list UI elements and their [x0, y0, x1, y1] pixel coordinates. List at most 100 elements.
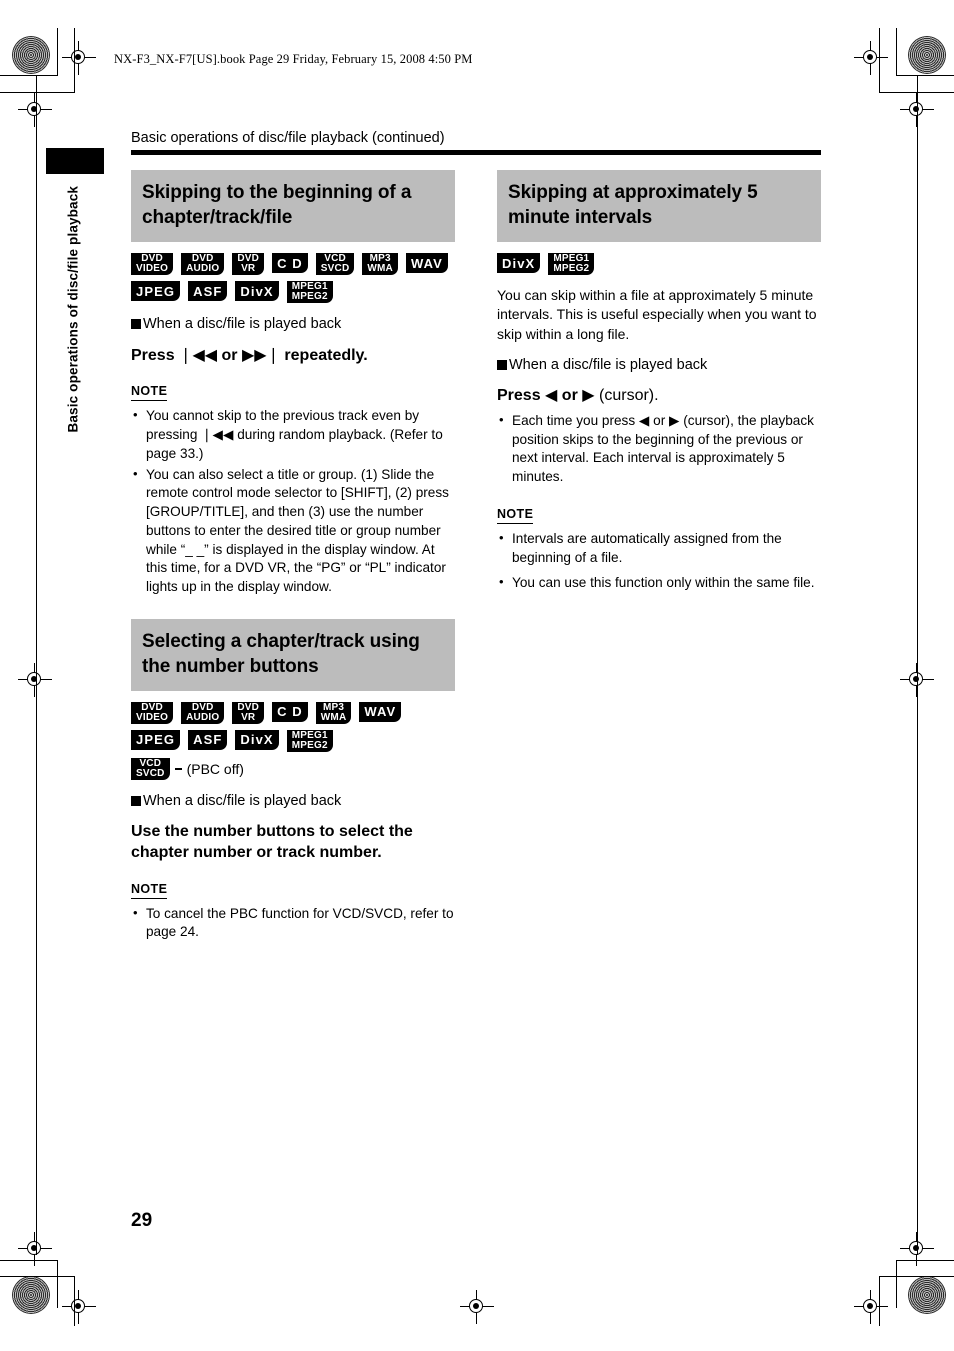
badge-jpeg: JPEG [131, 729, 181, 750]
section-title-selecting-number-buttons: Selecting a chapter/track using the numb… [131, 618, 455, 691]
pbc-badge-line: VCD SVCD (PBC off) [131, 757, 455, 780]
or-word: or [217, 346, 242, 364]
registration-mark-top-left [62, 41, 96, 75]
badge-dvd-audio: DVD AUDIO [181, 253, 225, 276]
badge-asf: ASF [188, 729, 228, 750]
left-column: Skipping to the beginning of a chapter/t… [131, 170, 455, 944]
crop-line-top-left-v [57, 28, 58, 76]
sidebar-chapter-label: Basic operations of disc/file playback [65, 185, 81, 433]
crop-line-top-left-v2 [74, 28, 75, 93]
note-list-section1: You cannot skip to the previous track ev… [131, 406, 455, 597]
crop-line-bottom-right-h [896, 1260, 954, 1261]
print-density-blob-bottom-right [908, 1276, 946, 1314]
repeatedly-word: repeatedly. [279, 346, 368, 364]
black-square-bullet-icon [131, 795, 141, 806]
badge-cd: C D [272, 701, 308, 722]
crop-line-bottom-left-h2 [0, 1276, 75, 1277]
registration-mark-bottom-left [62, 1290, 96, 1324]
badge-vcd-svcd: VCD SVCD [315, 253, 355, 276]
crop-line-bottom-left-v2 [74, 1276, 75, 1326]
dash-icon [174, 768, 182, 770]
or-word: or [557, 387, 583, 405]
crop-line-bottom-left-h [0, 1260, 58, 1261]
pbc-off-text: (PBC off) [186, 760, 244, 777]
format-badges-right-section1: DivX MPEG1 MPEG2 [497, 253, 821, 276]
badge-dvd-video: DVD VIDEO [131, 701, 174, 724]
instruction-use-number-buttons: Use the number buttons to select the cha… [131, 822, 413, 862]
crop-line-bottom-left-v [57, 1260, 58, 1308]
note-item: You can also select a title or group. (1… [131, 465, 455, 597]
note-label-section1: NOTE [131, 384, 168, 402]
note-item: Intervals are automatically assigned fro… [497, 529, 821, 568]
crop-line-top-right-v2 [879, 28, 880, 93]
condition-line-section1: When a disc/file is played back [131, 315, 455, 335]
page-frame-line-right [917, 75, 918, 1255]
crop-line-top-right-h2 [879, 92, 954, 93]
condition-text: When a disc/file is played back [509, 356, 708, 373]
badge-mpeg1-mpeg2: MPEG1 MPEG2 [286, 281, 333, 304]
page-number: 29 [131, 1210, 153, 1231]
condition-text: When a disc/file is played back [143, 316, 342, 333]
bullet-list-right-section1: Each time you press ◀ or ▶ (cursor), the… [497, 411, 821, 487]
section-title-skipping-beginning: Skipping to the beginning of a chapter/t… [131, 170, 455, 243]
skip-back-icon: ❘◀◀ [179, 344, 218, 364]
format-badges-section2: DVD VIDEO DVD AUDIO DVD VR C D MP3 WMA WAV J… [131, 701, 455, 752]
badge-mp3-wma: MP3 WMA [362, 253, 398, 276]
badge-dvd-vr: DVD VR [232, 701, 265, 724]
note-item: You cannot skip to the previous track ev… [131, 406, 455, 463]
cursor-word: (cursor). [594, 387, 659, 405]
chapter-tab-marker [46, 148, 104, 174]
instruction-press-cursor: Press ◀ or ▶ (cursor). [497, 384, 821, 407]
registration-mark-top-right [854, 41, 888, 75]
badge-wav: WAV [359, 701, 402, 722]
instruction-press-skip: Press ❘◀◀ or ▶▶❘ repeatedly. [131, 344, 455, 367]
press-word: Press [131, 346, 180, 364]
registration-mark-top-left-inner [18, 93, 52, 127]
note-block-right-section1: NOTE [497, 489, 821, 524]
section-title-skipping-5-minute: Skipping at approximately 5 minute inter… [497, 170, 821, 243]
right-column: Skipping at approximately 5 minute inter… [497, 170, 821, 595]
badge-cd: C D [272, 253, 308, 274]
badge-vcd-svcd: VCD SVCD [131, 757, 170, 780]
cursor-left-icon: ◀ [545, 385, 558, 405]
badge-asf: ASF [188, 281, 228, 302]
page-frame-line-left [36, 75, 37, 1255]
badge-divx: DivX [235, 729, 279, 750]
black-square-bullet-icon [131, 319, 141, 330]
registration-mark-bottom-right-inner [900, 1232, 934, 1266]
running-head: Basic operations of disc/file playback (… [131, 130, 445, 146]
print-density-blob-top-right [908, 36, 946, 74]
badge-divx: DivX [235, 281, 279, 302]
condition-text: When a disc/file is played back [143, 792, 342, 809]
note-item: To cancel the PBC function for VCD/SVCD,… [131, 904, 455, 943]
condition-line-right-section1: When a disc/file is played back [497, 356, 821, 376]
crop-line-top-right-v [896, 28, 897, 76]
intro-paragraph: You can skip within a file at approximat… [497, 287, 817, 342]
print-density-blob-bottom-left [12, 1276, 50, 1314]
black-square-bullet-icon [497, 359, 507, 370]
condition-line-section2: When a disc/file is played back [131, 792, 455, 812]
badge-dvd-vr: DVD VR [232, 253, 265, 276]
badge-divx: DivX [497, 253, 541, 274]
note-label-section2: NOTE [131, 882, 168, 899]
note-block-section2: NOTE [131, 864, 455, 899]
note-list-right-section1: Intervals are automatically assigned fro… [497, 529, 821, 593]
crop-line-top-right-h [896, 75, 954, 76]
registration-mark-middle-right [900, 663, 934, 697]
registration-mark-bottom-left-inner [18, 1232, 52, 1266]
crop-line-bottom-right-v2 [879, 1276, 880, 1326]
registration-mark-middle-left [18, 663, 52, 697]
format-badges-section1: DVD VIDEO DVD AUDIO DVD VR C D VCD SVCD MP3 W… [131, 253, 455, 304]
note-block-section1: NOTE [131, 366, 455, 402]
registration-mark-bottom-right [854, 1290, 888, 1324]
header-rule [131, 150, 821, 155]
crop-line-bottom-right-v [896, 1260, 897, 1308]
badge-dvd-audio: DVD AUDIO [181, 701, 225, 724]
crop-line-bottom-right-h2 [879, 1276, 954, 1277]
note-label-right-section1: NOTE [497, 507, 534, 524]
print-density-blob-top-left [12, 36, 50, 74]
badge-mpeg1-mpeg2: MPEG1 MPEG2 [286, 729, 333, 752]
book-file-line: NX-F3_NX-F7[US].book Page 29 Friday, Feb… [114, 52, 473, 66]
press-word: Press [497, 387, 546, 405]
badge-mpeg1-mpeg2: MPEG1 MPEG2 [548, 253, 595, 276]
